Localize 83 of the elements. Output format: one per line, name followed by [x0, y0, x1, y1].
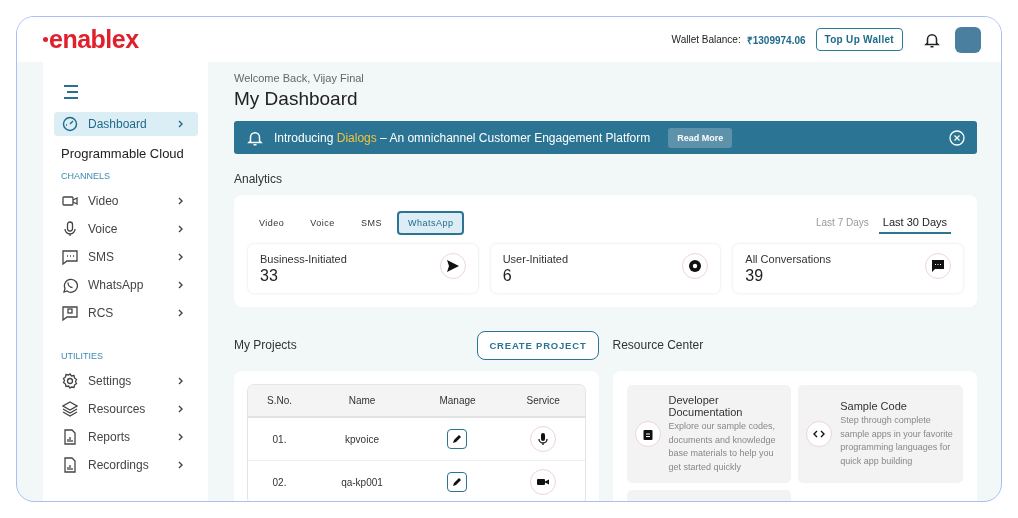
close-icon[interactable] [949, 129, 965, 146]
document-chart-icon [62, 457, 78, 473]
chevron-icon [177, 405, 184, 413]
avatar[interactable] [955, 26, 981, 53]
camera-icon[interactable] [530, 469, 557, 495]
sidebar-item[interactable]: WhatsApp [54, 273, 198, 297]
section-heading: My Projects [234, 338, 297, 352]
document-chart-icon [62, 429, 78, 445]
layers-icon [62, 401, 78, 417]
menu-icon[interactable] [62, 84, 80, 100]
group-title: UTILITIES [61, 351, 104, 361]
chevron-icon [177, 253, 184, 261]
edit-button[interactable] [447, 429, 468, 449]
stat-value: 6 [502, 267, 513, 285]
send-icon [439, 253, 466, 279]
create-project-button[interactable]: CREATE PROJECT [477, 330, 599, 360]
chevron-icon [177, 433, 184, 441]
camera-icon [62, 193, 78, 209]
chevron-icon [177, 461, 184, 469]
record-icon [682, 253, 709, 279]
gauge-icon [62, 116, 78, 132]
resource-title: Sample Code [840, 400, 908, 412]
channel-tab[interactable]: WhatsApp [396, 211, 465, 235]
resource-card[interactable]: Sample Code Step through complete sample apps in your favorite programming languages for quick app building [798, 385, 963, 483]
sidebar-item[interactable]: Dashboard [54, 112, 198, 136]
chevron-icon [177, 309, 184, 317]
sidebar-item[interactable]: Video [54, 189, 198, 213]
sidebar-item[interactable]: Resources [54, 397, 198, 421]
wallet-amount: ₹1309974.06 [746, 33, 806, 47]
chat-icon [62, 249, 78, 265]
wallet-label: Wallet Balance: [671, 34, 741, 45]
sidebar-item[interactable]: SMS [54, 245, 198, 269]
sidebar-item[interactable]: RCS [54, 301, 198, 325]
stat-value: 39 [745, 267, 765, 285]
page-title: My Dashboard [234, 88, 359, 110]
sidebar-item[interactable]: Reports [54, 425, 198, 449]
stat-label: Business-Initiated [260, 253, 347, 265]
chevron-icon [177, 120, 184, 128]
chevron-icon [177, 197, 184, 205]
settings-icon [62, 373, 78, 389]
code-icon [806, 421, 833, 447]
pencil-icon [452, 434, 463, 444]
table-cell: 01. [248, 417, 312, 461]
stat-label: All Conversations [745, 253, 831, 265]
chevron-icon [177, 377, 184, 385]
stat-value: 33 [260, 267, 279, 285]
chevron-icon [177, 225, 184, 233]
sidebar-item[interactable]: Recordings [54, 453, 198, 477]
stat-label: User-Initiated [502, 253, 569, 265]
resource-title: Developer Documentation [668, 394, 744, 418]
edit-button[interactable] [447, 472, 468, 492]
banner-text: Introducing Dialogs – An omnichannel Customer Engagement Platform [274, 130, 651, 145]
resource-description: Explore our sample codes, documents and knowledge base materials to help you get started quickly [668, 420, 777, 474]
column-header: S.No. [248, 385, 312, 417]
resource-card[interactable]: Developer Documentation Explore our sample codes, documents and knowledge base materials to help you get started quickly [626, 385, 792, 483]
group-title: CHANNELS [61, 171, 111, 181]
top-up-button[interactable]: Top Up Wallet [815, 28, 903, 51]
clipboard-icon [634, 421, 661, 447]
section-heading: Analytics [234, 172, 284, 186]
channel-tab[interactable]: SMS [349, 211, 393, 235]
table-cell: qa-kp001 [311, 460, 413, 501]
microphone-icon [62, 221, 78, 237]
message-card-icon [62, 305, 78, 321]
column-header: Service [502, 385, 585, 417]
sidebar-item[interactable]: Settings [54, 369, 198, 393]
table-cell: 02. [248, 460, 312, 501]
channel-tab[interactable]: Video [248, 211, 296, 235]
section-title: Programmable Cloud [61, 146, 185, 161]
column-header: Manage [413, 385, 502, 417]
microphone-icon[interactable] [530, 426, 557, 452]
sidebar-item[interactable]: Voice [54, 217, 198, 241]
pencil-icon [452, 477, 463, 487]
logo: enablex [43, 25, 139, 54]
column-header: Name [311, 385, 413, 417]
welcome-text: Welcome Back, Vijay Final [234, 72, 365, 84]
table-cell: kpvoice [311, 417, 413, 461]
range-tab[interactable]: Last 30 Days [878, 212, 951, 234]
chat-icon [925, 253, 951, 279]
resource-description: Step through complete sample apps in your favorite programming languages for quick app building [840, 414, 954, 468]
channel-tab[interactable]: Voice [299, 211, 346, 235]
phone-bubble-icon [62, 277, 78, 293]
section-heading: Resource Center [612, 338, 704, 352]
chevron-icon [177, 281, 184, 289]
